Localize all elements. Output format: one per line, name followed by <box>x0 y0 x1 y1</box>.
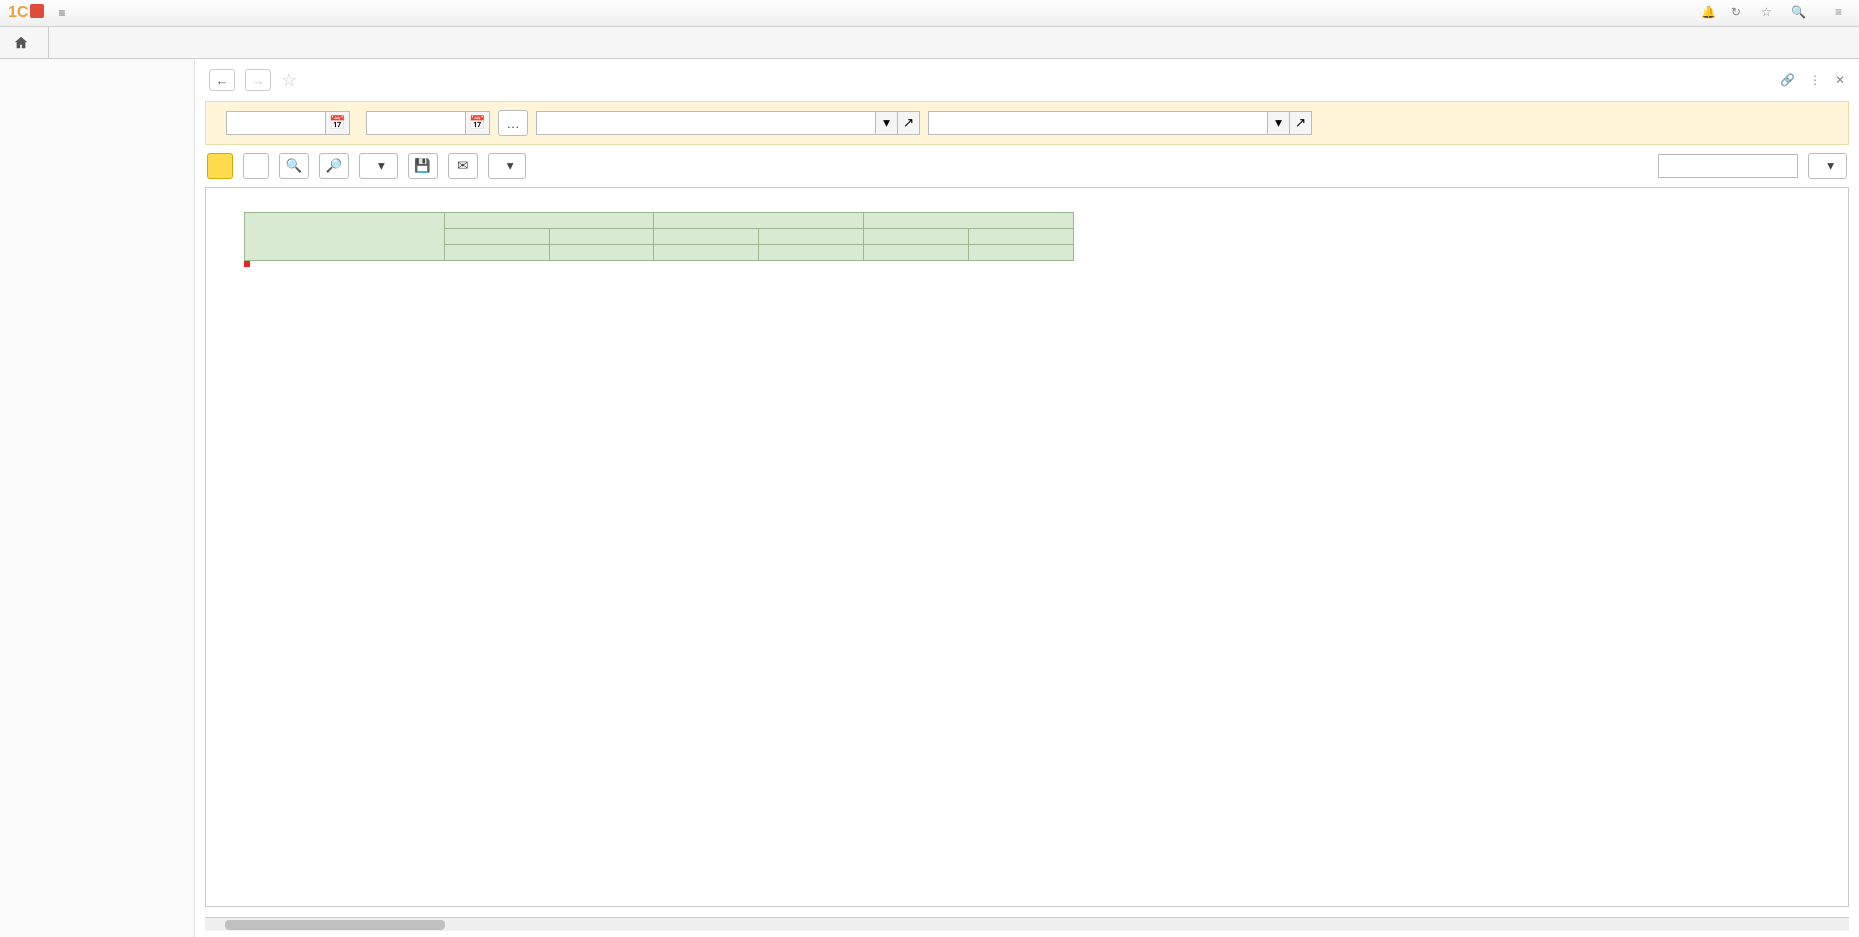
email-button[interactable]: ✉ <box>448 153 478 179</box>
filter-panel: 📅 📅 … ▾ ↗ ▾ ↗ <box>205 101 1849 145</box>
save-button[interactable]: 💾 <box>408 153 438 179</box>
menu-icon[interactable]: ≡ <box>58 6 65 20</box>
horizontal-scrollbar[interactable] <box>205 917 1849 931</box>
more-button[interactable]: ▾ <box>1808 153 1847 179</box>
hdr-c3 <box>969 229 1074 245</box>
sum-display <box>1658 154 1798 178</box>
report-area[interactable] <box>205 187 1849 907</box>
hdr-d3 <box>864 229 969 245</box>
tabbar <box>0 27 1859 59</box>
link-icon[interactable]: 🔗 <box>1780 73 1795 87</box>
date-from-input[interactable] <box>226 111 326 135</box>
user-menu-icon[interactable]: ≡ <box>1835 5 1851 21</box>
hdr-c2 <box>759 229 864 245</box>
hdr-turnover <box>654 213 864 229</box>
favorite-star-icon[interactable]: ☆ <box>281 70 297 91</box>
hdr-saldo-start <box>444 213 654 229</box>
print-button[interactable]: ▾ <box>359 153 398 179</box>
hdr-saldo-end <box>864 213 1074 229</box>
star-icon[interactable]: ☆ <box>1761 5 1777 21</box>
subkonto-value-dropdown-icon[interactable]: ▾ <box>1268 111 1290 135</box>
report-table[interactable] <box>244 212 1074 261</box>
home-icon <box>14 36 28 50</box>
subkonto-value-open-icon[interactable]: ↗ <box>1290 111 1312 135</box>
generate-button[interactable] <box>207 153 233 179</box>
hdr-c1 <box>549 229 654 245</box>
subkonto-value-select[interactable] <box>928 111 1268 135</box>
search-report-button[interactable]: 🔍 <box>279 153 309 179</box>
subkonto-type-dropdown-icon[interactable]: ▾ <box>876 111 898 135</box>
search-icon[interactable]: 🔍 <box>1791 5 1807 21</box>
bell-icon[interactable]: 🔔 <box>1701 5 1717 21</box>
search-next-button[interactable]: 🔎 <box>319 153 349 179</box>
hdr-d2 <box>654 229 759 245</box>
calendar-from-button[interactable]: 📅 <box>326 111 350 135</box>
kebab-menu-icon[interactable]: ⋮ <box>1809 73 1821 87</box>
subkonto-type-open-icon[interactable]: ↗ <box>898 111 920 135</box>
report-note <box>244 204 1844 212</box>
date-to-input[interactable] <box>366 111 466 135</box>
nav-back-button[interactable]: ← <box>209 69 235 91</box>
page-header: ← → ☆ 🔗 ⋮ ✕ <box>195 59 1859 101</box>
sidebar <box>0 59 195 937</box>
calendar-to-button[interactable]: 📅 <box>466 111 490 135</box>
history-icon[interactable]: ↻ <box>1731 5 1747 21</box>
subkonto-type-select[interactable] <box>536 111 876 135</box>
logo-1c: 1C <box>8 4 44 22</box>
titlebar: 1C ≡ 🔔 ↻ ☆ 🔍 ≡ <box>0 0 1859 27</box>
nav-forward-button[interactable]: → <box>245 69 271 91</box>
home-tab[interactable] <box>0 27 49 58</box>
show-settings-button[interactable] <box>243 153 269 179</box>
hdr-d1 <box>444 229 549 245</box>
register-button[interactable]: ▾ <box>488 153 527 179</box>
report-toolbar: 🔍 🔎 ▾ 💾 ✉ ▾ ▾ <box>195 145 1859 187</box>
close-page-icon[interactable]: ✕ <box>1835 73 1845 87</box>
period-picker-button[interactable]: … <box>498 110 528 136</box>
